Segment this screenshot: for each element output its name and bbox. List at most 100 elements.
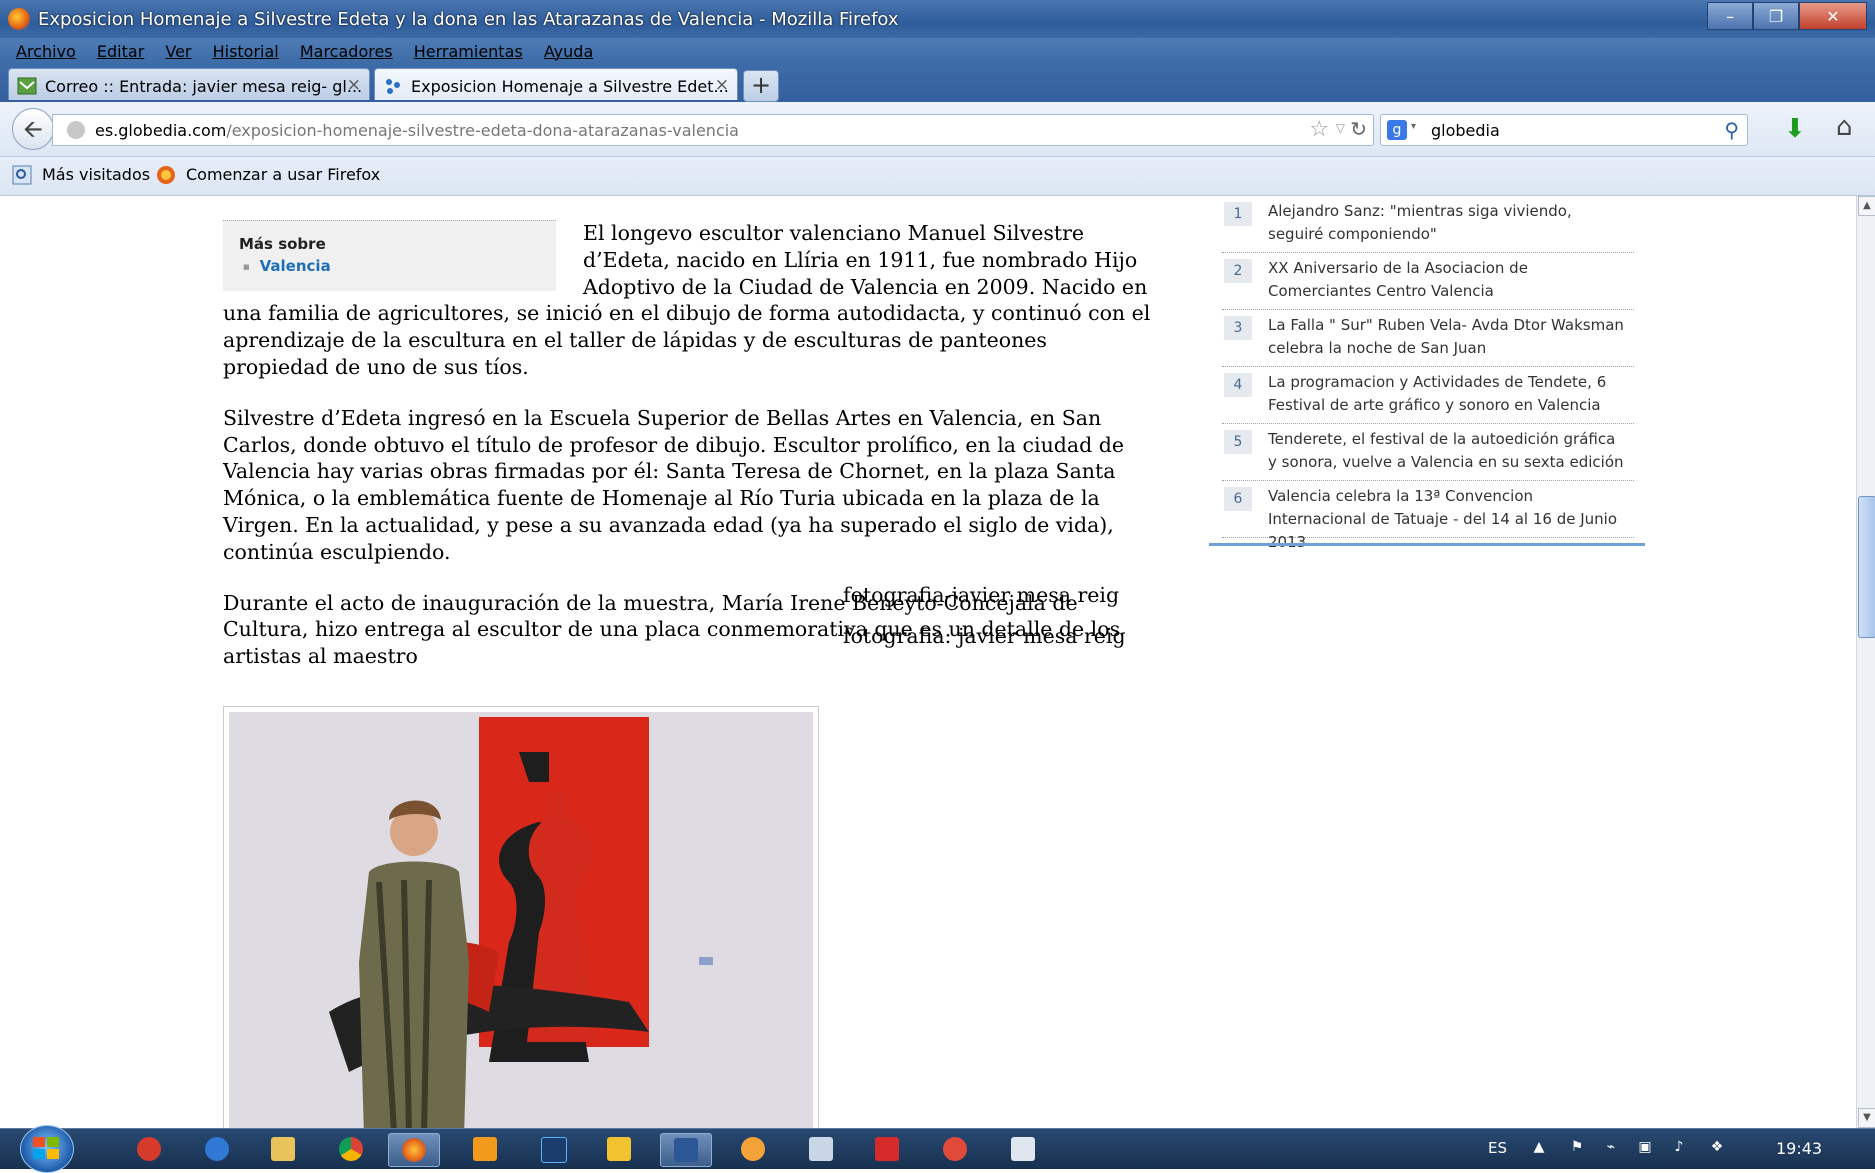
taskbar-app[interactable] bbox=[728, 1133, 778, 1165]
vertical-scrollbar[interactable]: ▲ ▼ bbox=[1856, 196, 1875, 1128]
photo-caption: fotografia-javier mesa reig bbox=[843, 583, 1120, 607]
list-item-number: 4 bbox=[1224, 373, 1252, 397]
taskbar-app-firefox[interactable] bbox=[388, 1133, 440, 1167]
search-input[interactable]: globedia bbox=[1431, 121, 1500, 140]
bookmark-comenzar-firefox[interactable]: Comenzar a usar Firefox bbox=[186, 165, 380, 184]
menu-archivo[interactable]: Archivo bbox=[16, 42, 76, 61]
new-tab-button[interactable]: + bbox=[743, 70, 779, 102]
list-item-link[interactable]: La Falla " Sur" Ruben Vela- Avda Dtor Wa… bbox=[1268, 314, 1628, 360]
menu-marcadores[interactable]: Marcadores bbox=[300, 42, 393, 61]
list-item-number: 1 bbox=[1224, 202, 1252, 226]
list-item-number: 5 bbox=[1224, 430, 1252, 454]
menu-bar: Archivo Editar Ver Historial Marcadores … bbox=[0, 38, 1875, 66]
scroll-up-icon[interactable]: ▲ bbox=[1858, 196, 1875, 216]
list-item-number: 6 bbox=[1224, 487, 1252, 511]
downloads-arrow-icon[interactable]: ⬇ bbox=[1784, 114, 1806, 144]
firefox-bookmark-icon bbox=[157, 166, 175, 184]
taskbar-app[interactable] bbox=[796, 1133, 846, 1165]
menu-herramientas[interactable]: Herramientas bbox=[414, 42, 523, 61]
mail-icon bbox=[17, 77, 37, 95]
back-arrow-icon: 🡨 bbox=[23, 115, 43, 143]
scroll-down-icon[interactable]: ▼ bbox=[1858, 1108, 1875, 1128]
list-item-number: 3 bbox=[1224, 316, 1252, 340]
reload-icon[interactable]: ↻ bbox=[1350, 117, 1367, 141]
photoshop-icon bbox=[541, 1137, 567, 1163]
taskbar-app-word[interactable] bbox=[660, 1133, 712, 1167]
menu-historial[interactable]: Historial bbox=[213, 42, 279, 61]
url-dropdown-icon[interactable]: ▽ bbox=[1336, 121, 1345, 135]
bookmark-mas-visitados[interactable]: Más visitados bbox=[42, 165, 150, 184]
taskbar-app[interactable] bbox=[460, 1133, 510, 1165]
start-button[interactable] bbox=[20, 1125, 74, 1173]
list-item[interactable]: 1 Alejandro Sanz: "mientras siga viviend… bbox=[1222, 196, 1634, 253]
tab-close-icon[interactable]: × bbox=[347, 75, 361, 95]
bookmark-star-icon[interactable]: ☆ bbox=[1309, 117, 1329, 142]
back-button[interactable]: 🡨 bbox=[12, 108, 54, 150]
taskbar-app[interactable] bbox=[594, 1133, 644, 1165]
url-path: /exposicion-homenaje-silvestre-edeta-don… bbox=[226, 121, 739, 140]
navigation-bar: 🡨 es.globedia.com/exposicion-homenaje-si… bbox=[0, 102, 1875, 157]
power-icon[interactable]: ⌁ bbox=[1602, 1139, 1620, 1157]
taskbar-app[interactable] bbox=[258, 1133, 308, 1165]
dropbox-icon[interactable]: ❖ bbox=[1708, 1139, 1726, 1157]
tab-close-icon[interactable]: × bbox=[715, 75, 729, 95]
list-item[interactable]: 2 XX Aniversario de la Asociacion de Com… bbox=[1222, 253, 1634, 310]
volume-icon[interactable]: ♪ bbox=[1670, 1139, 1688, 1157]
list-item-link[interactable]: Alejandro Sanz: "mientras siga viviendo,… bbox=[1268, 200, 1628, 246]
list-item-link[interactable]: Tenderete, el festival de la autoedición… bbox=[1268, 428, 1628, 474]
windows-logo-icon bbox=[33, 1137, 59, 1159]
taskbar-app[interactable] bbox=[998, 1133, 1048, 1165]
menu-ver[interactable]: Ver bbox=[165, 42, 191, 61]
menu-ayuda[interactable]: Ayuda bbox=[544, 42, 593, 61]
exhibition-photo-image bbox=[229, 712, 813, 1128]
scrollbar-thumb[interactable] bbox=[1858, 496, 1875, 638]
taskbar-app[interactable] bbox=[124, 1133, 174, 1165]
popular-news-list: 1 Alejandro Sanz: "mientras siga viviend… bbox=[1222, 196, 1634, 551]
article-paragraph: Silvestre d’Edeta ingresó en la Escuela … bbox=[223, 405, 1125, 564]
list-item-link[interactable]: XX Aniversario de la Asociacion de Comer… bbox=[1268, 257, 1628, 303]
word-icon bbox=[674, 1138, 698, 1162]
app-red-circle-icon bbox=[137, 1137, 161, 1161]
url-bar[interactable]: es.globedia.com/exposicion-homenaje-silv… bbox=[52, 114, 1374, 146]
url-domain: es.globedia.com bbox=[95, 121, 227, 140]
list-item-link[interactable]: La programacion y Actividades de Tendete… bbox=[1268, 371, 1628, 417]
menu-editar[interactable]: Editar bbox=[97, 42, 144, 61]
window-titlebar: Exposicion Homenaje a Silvestre Edeta y … bbox=[0, 0, 1875, 38]
list-item[interactable]: 6 Valencia celebra la 13ª Convencion Int… bbox=[1222, 481, 1634, 551]
app-red-icon bbox=[943, 1137, 967, 1161]
show-hidden-icons-icon[interactable]: ▲ bbox=[1530, 1139, 1548, 1157]
list-item[interactable]: 5 Tenderete, el festival de la autoedici… bbox=[1222, 424, 1634, 481]
minimize-button[interactable]: – bbox=[1707, 2, 1753, 30]
document-icon bbox=[1011, 1137, 1035, 1161]
list-divider bbox=[1209, 543, 1645, 546]
action-center-flag-icon[interactable]: ⚑ bbox=[1568, 1139, 1586, 1157]
site-identity-icon[interactable] bbox=[67, 121, 85, 139]
google-search-engine-icon[interactable]: g bbox=[1387, 120, 1407, 140]
bookmarks-toolbar: Más visitados Comenzar a usar Firefox bbox=[0, 157, 1875, 196]
internet-explorer-icon bbox=[205, 1137, 229, 1161]
list-item[interactable]: 4 La programacion y Actividades de Tende… bbox=[1222, 367, 1634, 424]
language-indicator[interactable]: ES bbox=[1488, 1139, 1507, 1157]
tab-label: Exposicion Homenaje a Silvestre Edet... bbox=[411, 77, 729, 96]
tab-exposicion[interactable]: Exposicion Homenaje a Silvestre Edet... … bbox=[374, 68, 738, 100]
maximize-button[interactable]: ❐ bbox=[1753, 2, 1799, 30]
taskbar-app[interactable] bbox=[862, 1133, 912, 1165]
calendar-icon bbox=[607, 1137, 631, 1161]
search-magnifier-icon[interactable]: ⚲ bbox=[1724, 118, 1739, 142]
search-engine-dropdown-icon[interactable]: ▾ bbox=[1411, 121, 1416, 132]
taskbar-app[interactable] bbox=[192, 1133, 242, 1165]
home-icon[interactable]: ⌂ bbox=[1836, 112, 1853, 142]
article-photo[interactable] bbox=[223, 706, 819, 1128]
list-item-number: 2 bbox=[1224, 259, 1252, 283]
taskbar-app[interactable] bbox=[326, 1133, 376, 1165]
list-item[interactable]: 3 La Falla " Sur" Ruben Vela- Avda Dtor … bbox=[1222, 310, 1634, 367]
taskbar-app[interactable] bbox=[528, 1133, 578, 1165]
taskbar-app[interactable] bbox=[930, 1133, 980, 1165]
taskbar-clock[interactable]: 19:43 bbox=[1776, 1139, 1822, 1158]
url-text[interactable]: es.globedia.com/exposicion-homenaje-silv… bbox=[95, 121, 739, 140]
windows-taskbar: ES ▲ ⚑ ⌁ ▣ ♪ ❖ 19:43 bbox=[0, 1125, 1875, 1173]
close-button[interactable]: ✕ bbox=[1799, 2, 1867, 30]
network-icon[interactable]: ▣ bbox=[1636, 1139, 1654, 1157]
tab-correo[interactable]: Correo :: Entrada: javier mesa reig- gl.… bbox=[8, 68, 370, 100]
search-bar[interactable]: g ▾ globedia ⚲ bbox=[1380, 114, 1748, 146]
